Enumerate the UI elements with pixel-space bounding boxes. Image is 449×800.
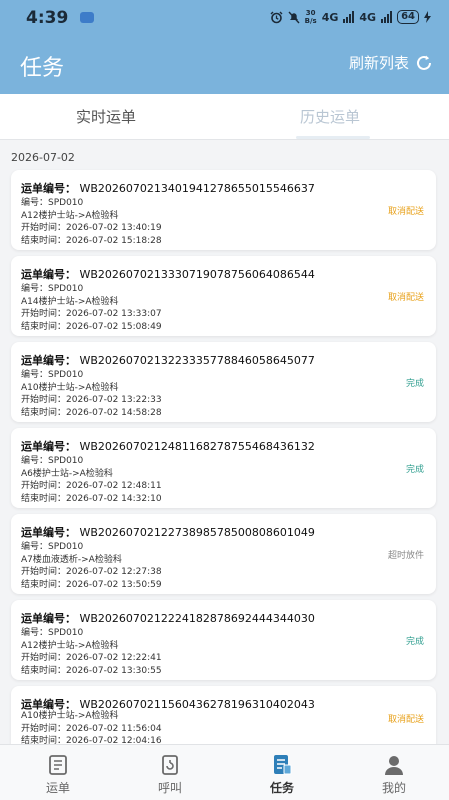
robot-code: 编号：SPD010 bbox=[21, 542, 84, 552]
mute-icon bbox=[288, 11, 300, 23]
robot-code: 编号：SPD010 bbox=[21, 284, 84, 294]
bottom-nav: 运单 呼叫 任务 我的 bbox=[0, 744, 449, 800]
end-time: 结束时间：2026-07-02 15:18:28 bbox=[21, 235, 162, 246]
route: A10楼护士站->A检验科 bbox=[21, 711, 119, 721]
tab-bar: 实时运单 历史运单 bbox=[0, 94, 449, 140]
app-header: 任务 刷新列表 bbox=[0, 36, 449, 94]
end-time: 结束时间：2026-07-02 14:32:10 bbox=[21, 493, 162, 504]
start-time: 开始时间：2026-07-02 12:48:11 bbox=[21, 481, 162, 491]
route: A12楼护士站->A检验科 bbox=[21, 640, 119, 651]
tab-realtime-waybill[interactable]: 实时运单 bbox=[76, 106, 136, 127]
status-indicators: 30 B/s 4G 4G 64 bbox=[270, 9, 431, 25]
start-time: 开始时间：2026-07-02 13:33:07 bbox=[21, 309, 162, 319]
network-speed: 30 B/s bbox=[304, 9, 317, 25]
waybill-details: 编号：SPD010 A10楼护士站->A检验科 开始时间：2026-07-02 … bbox=[21, 369, 162, 419]
alarm-icon bbox=[270, 11, 283, 23]
nav-item-task[interactable]: 任务 bbox=[226, 745, 338, 800]
waybill-card[interactable]: 运单编号： WB2026070212481168278755468436132 … bbox=[11, 428, 436, 508]
route: A12楼护士站->A检验科 bbox=[21, 210, 119, 221]
tab-history-waybill[interactable]: 历史运单 bbox=[300, 106, 360, 127]
waybill-details: 编号：SPD010 A6楼护士站->A检验科 开始时间：2026-07-02 1… bbox=[21, 455, 162, 505]
charging-icon bbox=[424, 11, 431, 23]
waybill-card[interactable]: 运单编号： WB2026070212224182878692444344030 … bbox=[11, 600, 436, 680]
waybill-card[interactable]: 运单编号： WB2026070211560436278196310402043 … bbox=[11, 686, 436, 744]
robot-code: 编号：SPD010 bbox=[21, 456, 84, 466]
status-time: 4:39 bbox=[26, 8, 69, 28]
nav-label: 我的 bbox=[381, 781, 406, 795]
nav-label: 任务 bbox=[269, 781, 294, 795]
end-time: 结束时间：2026-07-02 14:58:28 bbox=[21, 407, 162, 418]
status-badge: 取消配送 bbox=[387, 293, 424, 303]
route: A6楼护士站->A检验科 bbox=[21, 468, 113, 479]
waybill-details: 编号：SPD010 A14楼护士站->A检验科 开始时间：2026-07-02 … bbox=[21, 283, 162, 333]
start-time: 开始时间：2026-07-02 11:56:04 bbox=[21, 723, 162, 734]
waybill-number: 运单编号： WB2026070212273898578500808601049 bbox=[21, 526, 315, 539]
route: A7楼血液透析->A检验科 bbox=[21, 554, 122, 565]
refresh-label: 刷新列表 bbox=[348, 54, 409, 72]
waybill-details: 编号：SPD010 A7楼血液透析->A检验科 开始时间：2026-07-02 … bbox=[21, 541, 162, 591]
nav-item-mine[interactable]: 我的 bbox=[338, 745, 449, 800]
waybill-card[interactable]: 运单编号： WB2026070212273898578500808601049 … bbox=[11, 514, 436, 594]
signal-2-icon bbox=[381, 11, 393, 23]
status-badge: 完成 bbox=[405, 465, 424, 475]
nav-label: 运单 bbox=[45, 781, 70, 795]
task-icon bbox=[274, 755, 292, 775]
status-badge: 完成 bbox=[405, 637, 424, 647]
active-tab-indicator bbox=[296, 136, 370, 139]
waybill-details: 编号：SPD010 A12楼护士站->A检验科 开始时间：2026-07-02 … bbox=[21, 627, 162, 677]
waybill-card[interactable]: 运单编号： WB2026070213330719078756064086544 … bbox=[11, 256, 436, 336]
end-time: 结束时间：2026-07-02 12:04:16 bbox=[21, 736, 162, 744]
nav-item-call[interactable]: 呼叫 bbox=[114, 745, 226, 800]
route: A10楼护士站->A检验科 bbox=[21, 382, 119, 393]
status-badge: 超时放件 bbox=[387, 551, 424, 561]
waybill-details: 编号：SPD010 A12楼护士站->A检验科 开始时间：2026-07-02 … bbox=[21, 197, 162, 247]
status-badge: 完成 bbox=[405, 379, 424, 389]
refresh-list-button[interactable]: 刷新列表 bbox=[349, 52, 433, 73]
battery-level: 64 bbox=[397, 10, 419, 24]
nav-label: 呼叫 bbox=[157, 781, 182, 795]
end-time: 结束时间：2026-07-02 13:50:59 bbox=[21, 579, 162, 590]
refresh-icon bbox=[417, 55, 431, 70]
route: A14楼护士站->A检验科 bbox=[21, 296, 119, 307]
waybill-number: 运单编号： WB2026070212224182878692444344030 bbox=[21, 612, 315, 625]
start-time: 开始时间：2026-07-02 12:27:38 bbox=[21, 567, 162, 577]
waybill-card[interactable]: 运单编号： WB2026070213401941278655015546637 … bbox=[11, 170, 436, 250]
date-header: 2026-07-02 bbox=[11, 151, 75, 164]
robot-code: 编号：SPD010 bbox=[21, 628, 84, 638]
robot-code: 编号：SPD010 bbox=[21, 198, 84, 208]
robot-code: 编号：SPD010 bbox=[21, 370, 84, 380]
network-type-1: 4G bbox=[321, 10, 339, 24]
nav-item-waybill[interactable]: 运单 bbox=[2, 745, 114, 800]
status-badge: 取消配送 bbox=[387, 207, 424, 217]
start-time: 开始时间：2026-07-02 13:40:19 bbox=[21, 223, 162, 233]
end-time: 结束时间：2026-07-02 15:08:49 bbox=[21, 321, 162, 332]
notification-app-icon bbox=[80, 12, 94, 23]
user-icon bbox=[385, 756, 403, 775]
call-icon bbox=[162, 755, 178, 775]
start-time: 开始时间：2026-07-02 13:22:33 bbox=[21, 395, 162, 405]
end-time: 结束时间：2026-07-02 13:30:55 bbox=[21, 665, 162, 676]
waybill-number: 运单编号： WB2026070213401941278655015546637 bbox=[21, 182, 315, 195]
waybill-details: A10楼护士站->A检验科 开始时间：2026-07-02 11:56:04 结… bbox=[21, 710, 162, 744]
waybill-number: 运单编号： WB2026070213330719078756064086544 bbox=[21, 268, 315, 281]
waybill-card[interactable]: 运单编号： WB2026070213223335778846058645077 … bbox=[11, 342, 436, 422]
status-bar: 4:39 30 B/s 4G 4G 64 bbox=[0, 0, 449, 36]
network-type-2: 4G bbox=[359, 10, 377, 24]
waybill-number: 运单编号： WB2026070212481168278755468436132 bbox=[21, 440, 315, 453]
waybill-list[interactable]: 运单编号： WB2026070213401941278655015546637 … bbox=[0, 168, 449, 744]
start-time: 开始时间：2026-07-02 12:22:41 bbox=[21, 653, 162, 663]
status-badge: 取消配送 bbox=[387, 715, 424, 725]
page-title: 任务 bbox=[20, 56, 65, 81]
signal-1-icon bbox=[343, 11, 355, 23]
waybill-icon bbox=[49, 755, 67, 775]
waybill-number: 运单编号： WB2026070213223335778846058645077 bbox=[21, 354, 315, 367]
